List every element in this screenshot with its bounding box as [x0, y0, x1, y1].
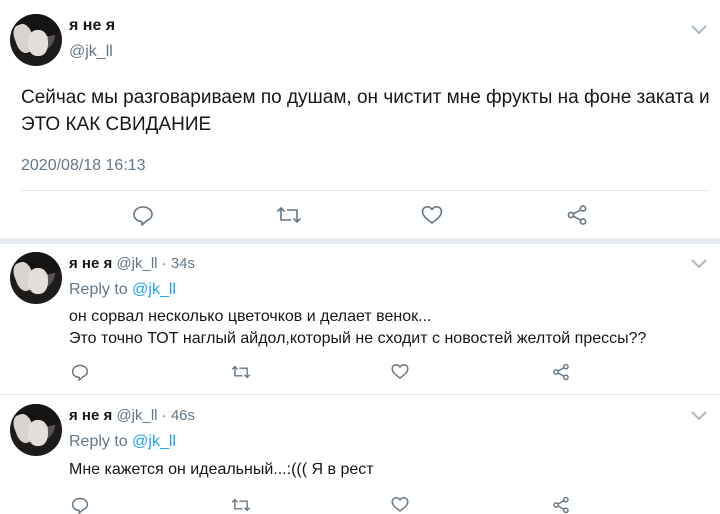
tweet-text: он сорвал несколько цветочков и делает в…: [69, 308, 647, 347]
tweet-text: Сейчас мы разговариваем по душам, он чис…: [21, 87, 710, 135]
replying-to-handle[interactable]: @jk_ll: [132, 433, 176, 450]
main-tweet: я не я @jk_ll Сейчас мы разговариваем по…: [0, 0, 720, 238]
reply-icon[interactable]: [71, 496, 89, 514]
reply-tweet: я не я @jk_ll · 34s Reply to @jk_ll он с…: [0, 252, 720, 390]
reply-tweet: я не я @jk_ll · 46s Reply to @jk_ll Мне …: [0, 404, 720, 514]
reply-header: я не я @jk_ll · 34s: [69, 255, 195, 272]
avatar[interactable]: [10, 404, 62, 456]
retweet-icon[interactable]: [231, 364, 251, 380]
avatar[interactable]: [10, 252, 62, 304]
replying-to-handle[interactable]: @jk_ll: [132, 281, 176, 298]
tweet-age[interactable]: · 46s: [162, 407, 195, 424]
like-icon[interactable]: [391, 363, 409, 380]
author-name[interactable]: я не я: [69, 255, 112, 272]
replying-to-label: Reply to: [69, 281, 128, 298]
retweet-icon[interactable]: [276, 205, 302, 225]
author-name[interactable]: я не я: [69, 17, 115, 35]
divider: [0, 394, 720, 395]
author-name[interactable]: я не я: [69, 407, 112, 424]
like-icon[interactable]: [421, 205, 443, 225]
replying-to: Reply to @jk_ll: [69, 281, 176, 299]
tweet-age[interactable]: · 34s: [162, 255, 195, 272]
reply-icon[interactable]: [71, 363, 89, 381]
chevron-down-icon[interactable]: [690, 24, 708, 36]
author-handle[interactable]: @jk_ll: [69, 43, 113, 61]
share-icon[interactable]: [552, 496, 570, 514]
share-icon[interactable]: [566, 204, 588, 226]
section-divider: [0, 238, 720, 244]
retweet-icon[interactable]: [231, 497, 251, 513]
share-icon[interactable]: [552, 363, 570, 381]
tweet-text: Мне кажется он идеальный...:((( Я в рест: [69, 461, 374, 478]
reply-icon[interactable]: [132, 204, 154, 226]
tweet-timestamp[interactable]: 2020/08/18 16:13: [21, 157, 146, 175]
like-icon[interactable]: [391, 496, 409, 513]
chevron-down-icon[interactable]: [690, 410, 708, 422]
divider: [21, 190, 710, 191]
chevron-down-icon[interactable]: [690, 258, 708, 270]
author-handle[interactable]: @jk_ll: [116, 255, 157, 272]
avatar[interactable]: [10, 14, 62, 66]
replying-to: Reply to @jk_ll: [69, 433, 176, 451]
reply-header: я не я @jk_ll · 46s: [69, 407, 195, 424]
author-handle[interactable]: @jk_ll: [116, 407, 157, 424]
replying-to-label: Reply to: [69, 433, 128, 450]
